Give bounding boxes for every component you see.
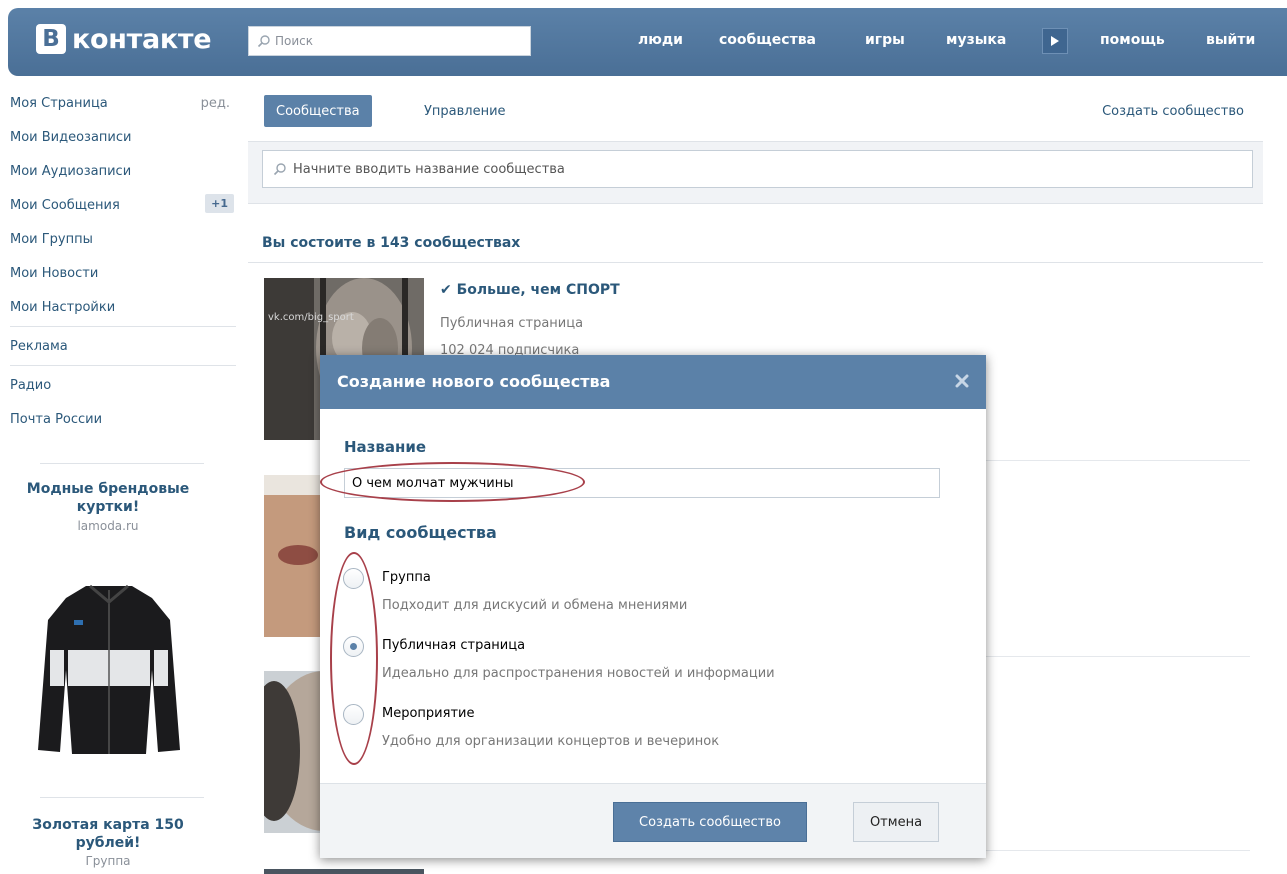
option-public-page-title[interactable]: Публичная страница: [382, 638, 525, 653]
cancel-button[interactable]: Отмена: [853, 802, 939, 842]
community-name-field[interactable]: [344, 468, 940, 498]
close-icon[interactable]: [952, 371, 972, 391]
dialog-title: Создание нового сообщества: [337, 372, 611, 391]
option-event-title[interactable]: Мероприятие: [382, 706, 474, 721]
create-community-button[interactable]: Создать сообщество: [613, 802, 807, 842]
radio-public-page[interactable]: [343, 636, 364, 657]
option-group-title[interactable]: Группа: [382, 570, 431, 585]
create-community-dialog: Создание нового сообщества Название Вид …: [320, 355, 986, 858]
dialog-header: Создание нового сообщества: [320, 355, 986, 409]
option-public-page-desc: Идеально для распространения новостей и …: [382, 666, 775, 681]
option-event-desc: Удобно для организации концертов и вечер…: [382, 734, 720, 749]
option-group-desc: Подходит для дискусий и обмена мнениями: [382, 598, 688, 613]
community-type-label: Вид сообщества: [344, 523, 497, 542]
name-label: Название: [344, 438, 427, 456]
radio-group[interactable]: [343, 568, 364, 589]
radio-event[interactable]: [343, 704, 364, 725]
